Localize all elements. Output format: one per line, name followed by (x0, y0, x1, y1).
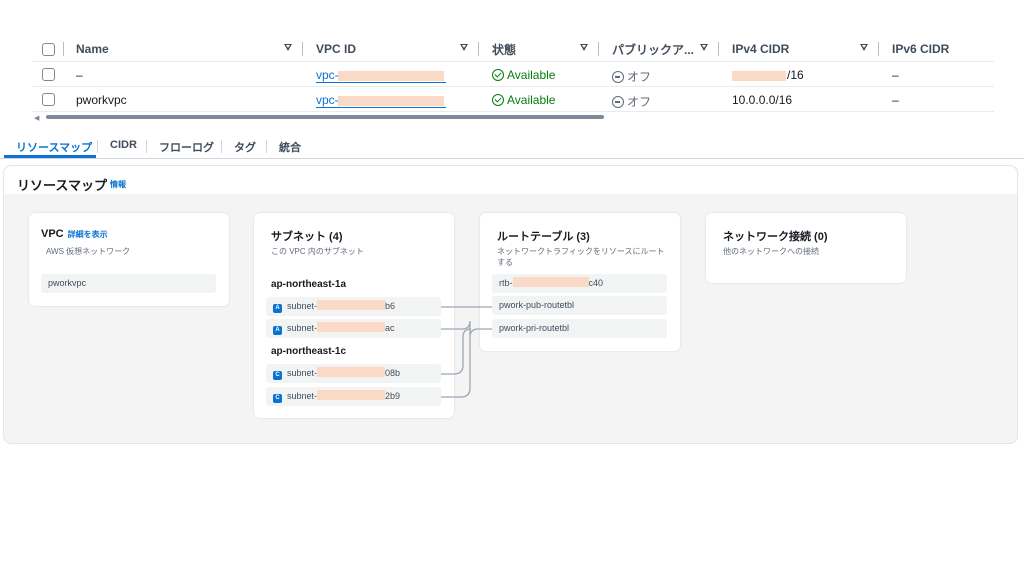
column-separator[interactable] (302, 42, 303, 56)
state-text: Available (507, 68, 556, 82)
redacted-vpc-id (338, 96, 444, 106)
horizontal-scrollbar[interactable] (46, 115, 604, 119)
vpc-name: – (76, 68, 83, 82)
select-all-checkbox[interactable] (42, 43, 55, 56)
state-cell: Available (492, 93, 555, 107)
tab-separator (146, 140, 147, 153)
subnet-route-connectors (441, 306, 492, 398)
sort-icon[interactable] (860, 44, 868, 51)
redacted-cidr (732, 71, 786, 81)
vpc-id-prefix: vpc- (316, 93, 339, 107)
check-circle-icon (492, 94, 504, 106)
table-header: Name VPC ID 状態 パブリックア... IPv4 CIDR IPv6 … (32, 36, 994, 62)
column-header-ipv4-cidr[interactable]: IPv4 CIDR (732, 41, 789, 57)
row-checkbox[interactable] (42, 68, 55, 81)
row-checkbox[interactable] (42, 93, 55, 106)
tab-separator (266, 140, 267, 153)
scroll-left-icon[interactable]: ◀ (34, 114, 39, 122)
column-separator[interactable] (878, 42, 879, 56)
ipv6-cidr: – (892, 68, 899, 82)
check-circle-icon (492, 69, 504, 81)
connector-line (441, 337, 471, 398)
column-separator[interactable] (598, 42, 599, 56)
sort-icon[interactable] (580, 44, 588, 51)
column-header-name[interactable]: Name (76, 41, 109, 57)
column-header-vpc-id[interactable]: VPC ID (316, 41, 356, 57)
column-header-state[interactable]: 状態 (492, 41, 516, 57)
table-row[interactable]: – vpc- Available オフ /16 – (32, 62, 994, 87)
tab-separator (221, 140, 222, 153)
column-separator[interactable] (718, 42, 719, 56)
ipv4-cidr: /16 (787, 68, 804, 82)
sort-icon[interactable] (700, 44, 708, 51)
minus-circle-icon (612, 96, 624, 108)
public-access-cell: オフ (612, 93, 651, 110)
minus-circle-icon (612, 71, 624, 83)
vpc-id-prefix: vpc- (316, 68, 339, 82)
tab-cidr[interactable]: CIDR (110, 139, 137, 151)
sort-icon[interactable] (284, 44, 292, 51)
vpc-table: Name VPC ID 状態 パブリックア... IPv4 CIDR IPv6 … (32, 36, 994, 122)
state-text: Available (507, 93, 556, 107)
public-access-cell: オフ (612, 68, 651, 85)
resource-map-panel: リソースマップ 情報 VPC 詳細を表示 AWS 仮想ネットワーク pworkvp… (3, 165, 1018, 444)
state-cell: Available (492, 68, 555, 82)
vpc-name: pworkvpc (76, 93, 127, 107)
tab-tags[interactable]: タグ (234, 139, 256, 155)
column-header-public-access[interactable]: パブリックア... (612, 41, 694, 57)
public-access-text: オフ (627, 70, 652, 84)
public-access-text: オフ (627, 95, 652, 109)
ipv6-cidr: – (892, 93, 899, 107)
active-tab-indicator (4, 155, 96, 158)
tab-integrations[interactable]: 統合 (279, 139, 301, 155)
ipv4-cidr: 10.0.0.0/16 (732, 93, 793, 107)
table-row[interactable]: pworkvpc vpc- Available オフ 10.0.0.0/16 – (32, 87, 994, 112)
connector-line (441, 328, 472, 375)
detail-tabs: リソースマップ CIDR フローログ タグ 統合 (0, 133, 1024, 159)
tab-flow-logs[interactable]: フローログ (159, 139, 214, 155)
tab-separator (97, 140, 98, 153)
connector-line (441, 320, 492, 338)
column-separator[interactable] (478, 42, 479, 56)
tab-resource-map[interactable]: リソースマップ (16, 139, 92, 155)
sort-icon[interactable] (460, 44, 468, 51)
column-separator[interactable] (63, 42, 64, 56)
column-header-ipv6-cidr[interactable]: IPv6 CIDR (892, 41, 949, 57)
redacted-vpc-id (338, 71, 444, 81)
